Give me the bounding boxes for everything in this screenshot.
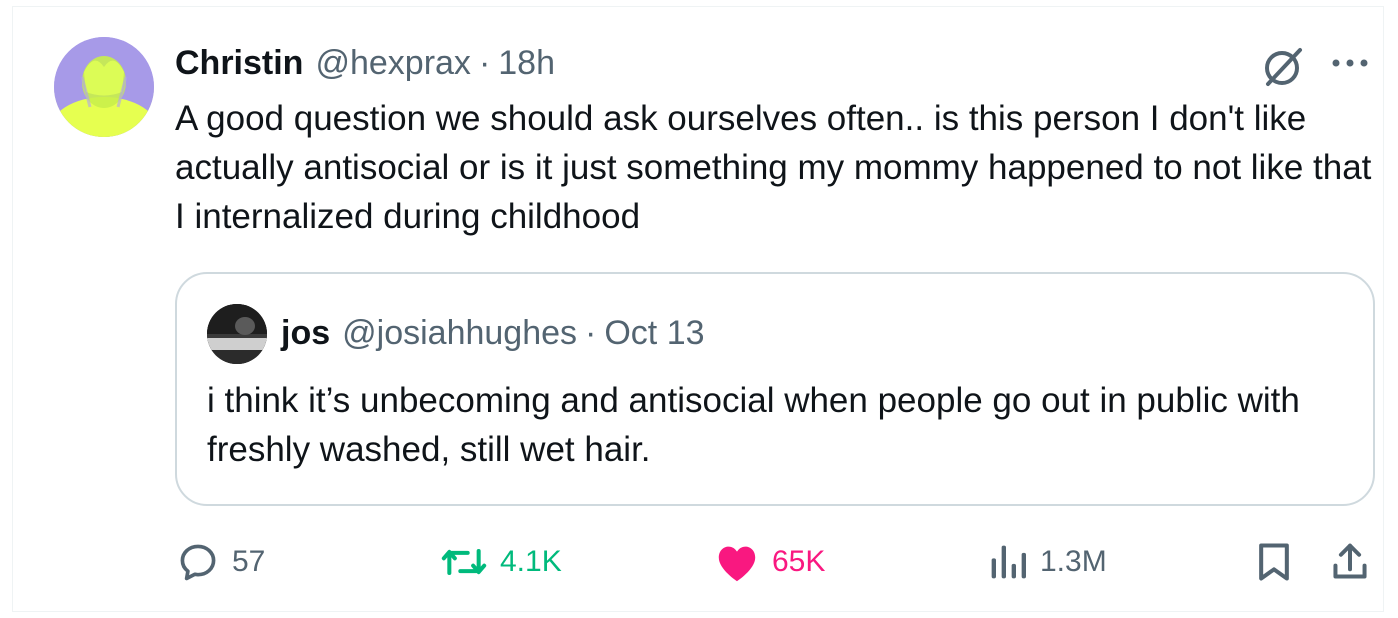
quoted-avatar[interactable] [207, 304, 267, 364]
like-button[interactable]: 65K [714, 530, 825, 594]
reply-icon [180, 544, 216, 581]
avatar[interactable] [54, 37, 154, 137]
more-icon[interactable] [1330, 56, 1370, 70]
like-count: 65K [772, 545, 826, 578]
action-bar: 57 4.1K 65K 1.3M [0, 530, 1398, 594]
tweet-text: A good question we should ask ourselves … [175, 99, 1372, 236]
timestamp[interactable]: 18h [498, 44, 555, 83]
grok-icon[interactable] [1260, 44, 1306, 90]
share-button[interactable] [1330, 530, 1382, 594]
quoted-header: jos @josiahhughes · Oct 13 [281, 310, 705, 356]
reply-button[interactable]: 57 [176, 530, 265, 594]
retweet-button[interactable]: 4.1K [440, 530, 562, 594]
quoted-author-handle[interactable]: @josiahhughes [342, 314, 577, 353]
bookmark-icon [1259, 543, 1289, 581]
heart-icon [718, 546, 756, 582]
views-count: 1.3M [1040, 545, 1107, 578]
author-name[interactable]: Christin [175, 44, 303, 83]
quoted-avatar-image [207, 304, 267, 364]
tweet-header: Christin @hexprax · 18h [175, 40, 555, 86]
retweet-icon [441, 548, 487, 576]
quoted-text: i think it’s unbecoming and antisocial w… [207, 381, 1300, 469]
quoted-tweet[interactable]: jos @josiahhughes · Oct 13 i think it’s … [175, 272, 1375, 506]
retweet-count: 4.1K [500, 545, 562, 578]
share-icon [1333, 543, 1367, 579]
views-icon [991, 545, 1026, 579]
views-button[interactable]: 1.3M [988, 530, 1107, 594]
bookmark-button[interactable] [1254, 530, 1306, 594]
reply-count: 57 [232, 545, 266, 578]
quoted-separator: · [585, 313, 597, 352]
author-handle[interactable]: @hexprax [315, 44, 470, 83]
avatar-image [54, 37, 154, 137]
quoted-author-name[interactable]: jos [281, 314, 330, 353]
quoted-date[interactable]: Oct 13 [604, 314, 704, 353]
separator: · [478, 43, 491, 82]
